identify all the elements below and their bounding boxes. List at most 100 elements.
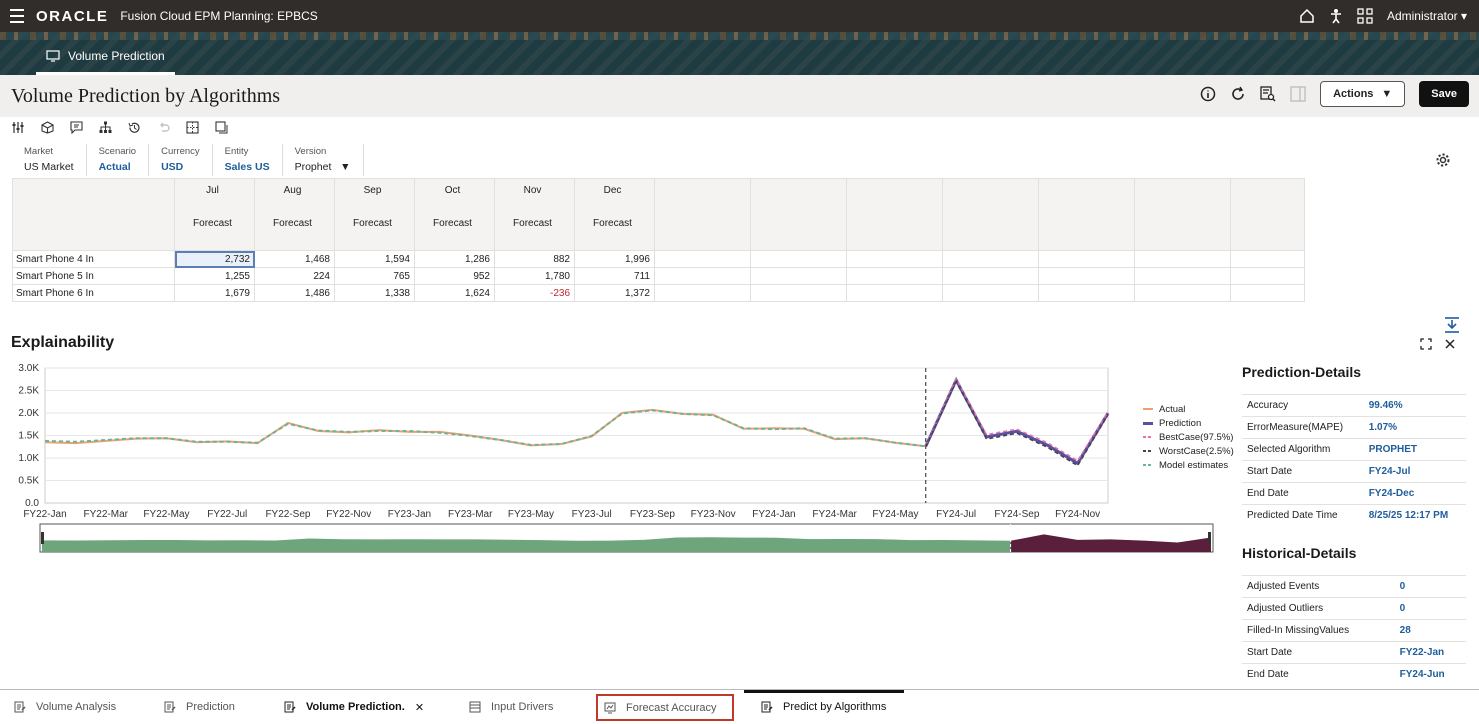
pov-entity[interactable]: Entity Sales US: [213, 144, 283, 176]
column-header[interactable]: Dec Forecast: [574, 178, 655, 251]
refresh-icon[interactable]: [1230, 86, 1246, 102]
cube-icon[interactable]: [41, 120, 54, 134]
y-tick-label: 2.0K: [18, 408, 39, 419]
column-header[interactable]: Aug Forecast: [254, 178, 335, 251]
legend-item[interactable]: Model estimates: [1143, 458, 1234, 472]
data-cell[interactable]: 2,732: [174, 250, 255, 268]
detail-value: FY24-Jun: [1395, 662, 1466, 685]
x-tick-label: FY24-Sep: [994, 509, 1039, 520]
home-icon[interactable]: [1299, 8, 1315, 24]
legend-item[interactable]: BestCase(97.5%): [1143, 430, 1234, 444]
legend-item[interactable]: Prediction: [1143, 416, 1234, 430]
title-bar: Volume Prediction by Algorithms Actions …: [0, 75, 1479, 117]
tab-input-drivers[interactable]: Input Drivers: [469, 690, 553, 724]
tab-prediction[interactable]: Prediction: [164, 690, 235, 724]
details-panel: Prediction-Details Accuracy 99.46% ErrorM…: [1242, 364, 1466, 685]
undo-icon[interactable]: [157, 121, 170, 134]
chart-form-icon: [604, 702, 616, 713]
column-header[interactable]: Sep Forecast: [334, 178, 415, 251]
column-header[interactable]: Nov Forecast: [494, 178, 575, 251]
legend-item[interactable]: Actual: [1143, 402, 1234, 416]
pov-version[interactable]: Version Prophet ▼: [283, 144, 364, 176]
column-header[interactable]: Oct Forecast: [414, 178, 495, 251]
grid-select-icon[interactable]: [186, 120, 199, 134]
actions-button[interactable]: Actions ▼: [1320, 81, 1406, 107]
empty-header: [846, 178, 943, 251]
empty-header: [1038, 178, 1135, 251]
sliders-icon[interactable]: [12, 121, 25, 134]
data-cell[interactable]: 711: [574, 267, 655, 285]
download-icon[interactable]: [1443, 316, 1461, 334]
data-cell[interactable]: -236: [494, 284, 575, 302]
x-tick-label: FY23-Jan: [388, 509, 431, 520]
data-cell[interactable]: 1,996: [574, 250, 655, 268]
detail-label: Selected Algorithm: [1242, 438, 1365, 461]
detail-row: End Date FY24-Jun: [1242, 662, 1466, 685]
tab-forecast-accuracy[interactable]: Forecast Accuracy: [596, 694, 735, 721]
x-tick-label: FY23-Mar: [448, 509, 493, 520]
tab-label: Forecast Accuracy: [626, 701, 717, 714]
close-icon[interactable]: ✕: [415, 701, 424, 714]
user-menu[interactable]: Administrator ▾: [1387, 9, 1467, 23]
window-export-icon[interactable]: [215, 120, 228, 134]
history-icon[interactable]: [128, 121, 141, 134]
data-cell[interactable]: 1,338: [334, 284, 415, 302]
column-header[interactable]: Jul Forecast: [174, 178, 255, 251]
legend-swatch: [1143, 436, 1153, 438]
tab-volume-analysis[interactable]: Volume Analysis: [14, 690, 116, 724]
detail-row: ErrorMeasure(MAPE) 1.07%: [1242, 416, 1466, 439]
pov-version-select[interactable]: Prophet ▼: [295, 161, 351, 173]
legend-item[interactable]: WorstCase(2.5%): [1143, 444, 1234, 458]
data-cell[interactable]: 1,468: [254, 250, 335, 268]
pov-value[interactable]: USD: [161, 161, 200, 173]
pov-market[interactable]: Market US Market: [12, 144, 87, 176]
tab-label: Volume Prediction: [68, 49, 165, 63]
close-icon[interactable]: [1444, 338, 1456, 350]
navigator-menu-icon[interactable]: [0, 7, 34, 25]
form-toolbar: [12, 119, 228, 135]
data-cell[interactable]: 1,286: [414, 250, 495, 268]
search-form-icon[interactable]: [1260, 86, 1276, 102]
pov-value[interactable]: Sales US: [225, 161, 270, 173]
row-header[interactable]: Smart Phone 4 In: [12, 250, 175, 268]
maximize-icon[interactable]: [1420, 338, 1432, 350]
data-cell[interactable]: 765: [334, 267, 415, 285]
row-header[interactable]: Smart Phone 6 In: [12, 284, 175, 302]
data-cell[interactable]: 1,372: [574, 284, 655, 302]
tab-volume-prediction[interactable]: Volume Prediction. ✕: [284, 690, 424, 724]
apps-grid-icon[interactable]: [1357, 8, 1373, 24]
detail-label: Accuracy: [1242, 394, 1365, 417]
data-cell[interactable]: 1,679: [174, 284, 255, 302]
x-tick-label: FY22-Mar: [84, 509, 129, 520]
pov-scenario[interactable]: Scenario Actual: [87, 144, 150, 176]
gear-icon[interactable]: [1435, 152, 1451, 168]
chevron-down-icon: ▾: [1460, 9, 1467, 23]
empty-cell: [1038, 284, 1135, 302]
hierarchy-icon[interactable]: [99, 121, 112, 134]
data-cell[interactable]: 882: [494, 250, 575, 268]
pov-currency[interactable]: Currency USD: [149, 144, 213, 176]
x-tick-label: FY23-Nov: [691, 509, 736, 520]
save-button[interactable]: Save: [1419, 81, 1469, 107]
data-cell[interactable]: 1,255: [174, 267, 255, 285]
info-icon[interactable]: [1200, 86, 1216, 102]
empty-cell: [942, 267, 1039, 285]
tab-volume-prediction[interactable]: Volume Prediction: [36, 40, 175, 75]
data-cell[interactable]: 952: [414, 267, 495, 285]
data-cell[interactable]: 1,780: [494, 267, 575, 285]
data-cell[interactable]: 1,486: [254, 284, 335, 302]
data-cell[interactable]: 1,594: [334, 250, 415, 268]
detail-row: Adjusted Events 0: [1242, 574, 1466, 597]
tab-predict-by-algorithms[interactable]: Predict by Algorithms: [761, 690, 886, 724]
panel-toggle-icon[interactable]: [1290, 86, 1306, 102]
comment-icon[interactable]: [70, 120, 83, 134]
data-cell[interactable]: 1,624: [414, 284, 495, 302]
accessibility-icon[interactable]: [1329, 8, 1343, 24]
pov-value[interactable]: Actual: [99, 161, 137, 173]
row-header[interactable]: Smart Phone 5 In: [12, 267, 175, 285]
data-cell[interactable]: 224: [254, 267, 335, 285]
oracle-logo[interactable]: ORACLE: [36, 8, 108, 25]
detail-row: Start Date FY22-Jan: [1242, 640, 1466, 663]
detail-row: Accuracy 99.46%: [1242, 394, 1466, 417]
explainability-title: Explainability: [11, 334, 115, 351]
